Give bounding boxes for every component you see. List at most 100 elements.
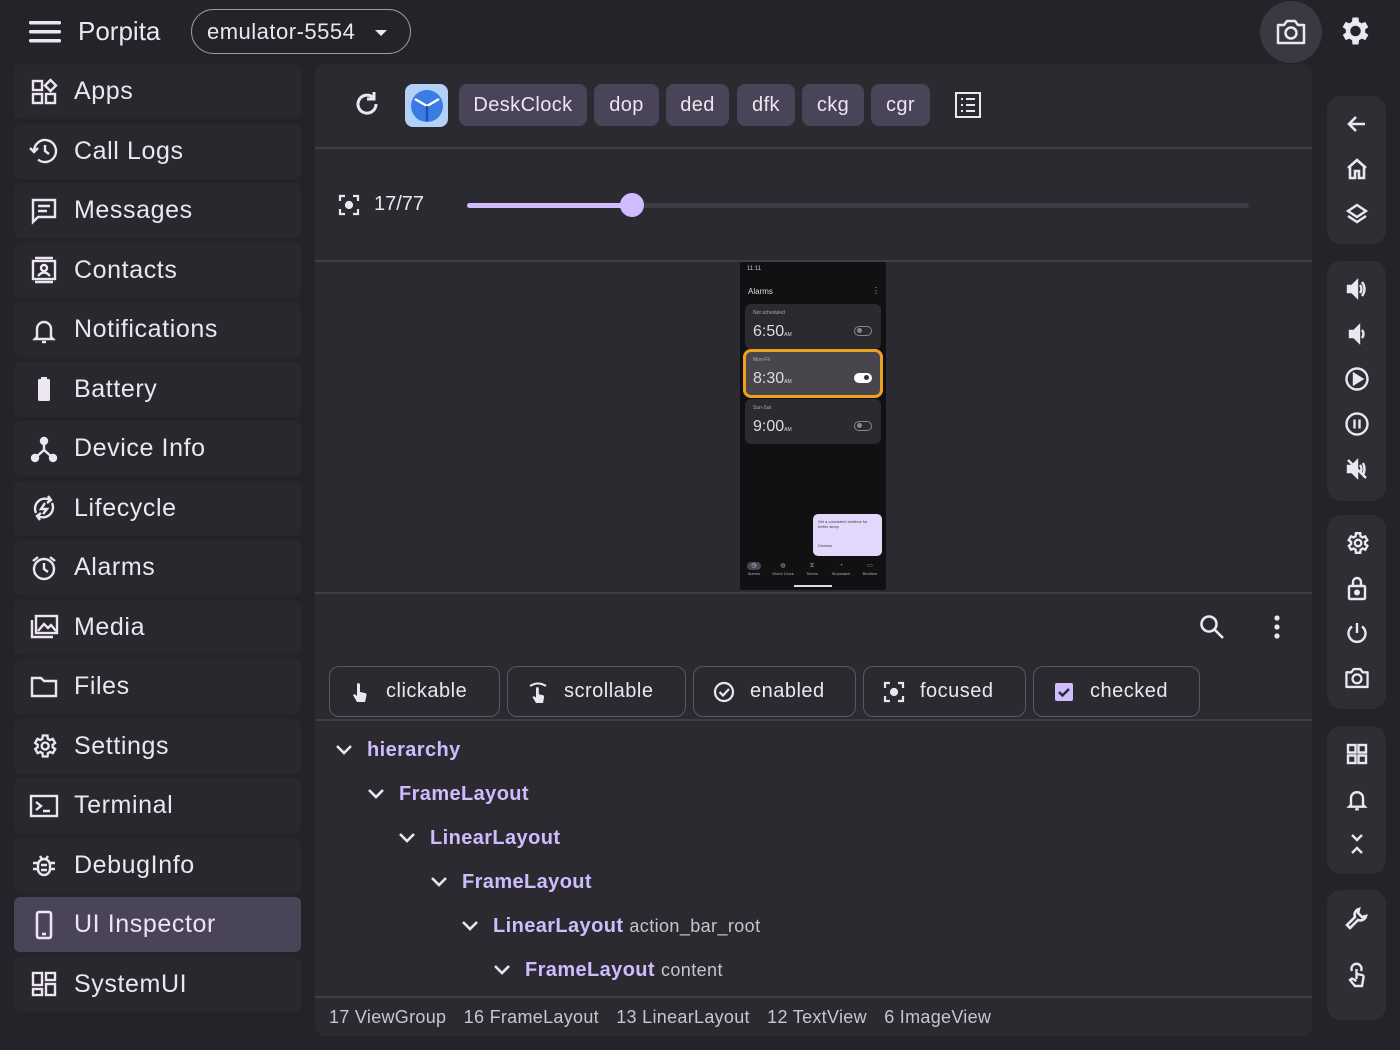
chevron-down-icon[interactable] [335,739,367,762]
volume-down-icon [1348,323,1365,345]
divider [315,996,1312,998]
chevron-down-icon[interactable] [461,915,493,938]
sidebar-item-battery[interactable]: Battery [14,361,301,417]
sidebar-item-contacts[interactable]: Contacts [14,242,301,298]
sidebar-item-call-logs[interactable]: Call Logs [14,123,301,179]
chip-ded[interactable]: ded [666,84,729,126]
sidebar-item-terminal[interactable]: Terminal [14,778,301,833]
check-circle-icon [713,681,735,703]
chip-dfk[interactable]: dfk [737,84,795,126]
sidebar-item-systemui[interactable]: SystemUI [14,956,301,1012]
sidebar-item-messages[interactable]: Messages [14,183,301,238]
touch-button[interactable] [1327,956,1386,996]
sidebar-item-lifecycle[interactable]: Lifecycle [14,480,301,536]
settings-icon [28,730,60,762]
inspector-toolbar: DeskClock dop ded dfk ckg cgr [315,64,1312,148]
stat-item: 16 FrameLayout [463,1007,599,1027]
history-icon [28,135,60,167]
filter-label: clickable [386,680,468,702]
back-button[interactable] [1327,104,1386,144]
recents-button[interactable] [1327,194,1386,234]
chevron-down-icon[interactable] [398,827,430,850]
tree-node-class: LinearLayout [430,827,561,849]
sidebar-item-settings[interactable]: Settings [14,718,301,774]
list-icon[interactable] [954,91,982,119]
sidebar-item-ui-inspector[interactable]: UI Inspector [14,897,301,952]
frame-slider[interactable] [467,193,1249,217]
tools-button[interactable] [1327,898,1386,938]
mute-icon [1346,458,1367,480]
mute-button[interactable] [1327,449,1386,489]
home-button[interactable] [1327,149,1386,189]
tree-node[interactable]: LinearLayout [398,827,560,850]
frame-slider-thumb[interactable] [619,193,644,217]
alarm-toggle [854,373,872,383]
play-icon [1344,367,1369,391]
tree-node[interactable]: FrameLayout [430,871,592,894]
chip-cgr[interactable]: cgr [871,84,930,126]
contacts-icon [28,254,60,286]
refresh-icon[interactable] [353,90,381,118]
chip-dop[interactable]: dop [594,84,659,126]
filter-enabled[interactable]: enabled [693,666,856,717]
filter-focused[interactable]: focused [863,666,1026,717]
pause-button[interactable] [1327,404,1386,444]
frame-counter: 17/77 [374,193,425,215]
tree-node[interactable]: LinearLayout action_bar_root [461,915,760,938]
phone-alarm-card[interactable]: Not scheduled 6:50AM [745,304,881,349]
notifications-button[interactable] [1327,779,1386,819]
lock-button[interactable] [1327,568,1386,608]
chip-deskclock[interactable]: DeskClock [459,84,587,126]
settings-button[interactable] [1327,523,1386,563]
sidebar-item-label: Apps [74,77,134,105]
tree-node-hierarchy[interactable]: hierarchy [335,739,461,762]
sidebar-item-label: Settings [74,731,170,760]
tree-node[interactable]: FrameLayout [367,783,529,806]
phone-alarm-card[interactable]: Sun-Sat 9:00AM [745,399,881,444]
chevron-down-icon[interactable] [430,871,462,894]
collapse-button[interactable] [1327,824,1386,864]
sidebar-item-files[interactable]: Files [14,659,301,714]
menu-icon[interactable] [26,18,64,46]
play-button[interactable] [1327,359,1386,399]
sidebar-item-media[interactable]: Media [14,599,301,655]
sidebar-item-device-info[interactable]: Device Info [14,421,301,476]
device-info-icon [28,433,60,465]
alarm-days: Sun-Sat [753,405,772,411]
view-stats: 17 ViewGroup 16 FrameLayout 13 LinearLay… [329,1007,1003,1028]
screenshot-button[interactable] [1260,1,1322,63]
sidebar-item-debuginfo[interactable]: DebugInfo [14,837,301,893]
divider [315,147,1312,149]
volume-up-button[interactable] [1327,269,1386,309]
device-select[interactable]: emulator-5554 [191,9,411,54]
sidebar-item-notifications[interactable]: Notifications [14,302,301,357]
sidebar-item-alarms[interactable]: Alarms [14,540,301,595]
more-vert-icon[interactable] [1267,614,1287,640]
stat-item: 12 TextView [767,1007,867,1027]
search-icon[interactable] [1199,614,1225,640]
filter-scrollable[interactable]: scrollable [507,666,686,717]
sidebar-item-label: Call Logs [74,136,184,165]
camera-button[interactable] [1327,658,1386,698]
chip-ckg[interactable]: ckg [802,84,864,126]
phone-tab-label: Bedtime [862,571,878,576]
alarm-days: Not scheduled [753,310,785,316]
deskclock-app-icon[interactable] [405,84,448,127]
quick-settings-button[interactable] [1327,734,1386,774]
top-bar: Porpita emulator-5554 [0,0,1400,64]
chevron-down-icon[interactable] [493,959,525,982]
volume-down-button[interactable] [1327,314,1386,354]
filter-checked[interactable]: checked [1033,666,1200,717]
filter-clickable[interactable]: clickable [329,666,500,717]
tree-node[interactable]: FrameLayout content [493,959,723,982]
gear-icon[interactable] [1336,13,1372,49]
tree-node-resource-id: content [661,960,723,980]
sidebar-item-label: Terminal [74,791,174,819]
chevron-down-icon[interactable] [367,783,399,806]
phone-tab: ◔ Stopwatch [831,563,851,576]
sidebar-item-apps[interactable]: Apps [14,64,301,119]
phone-screenshot[interactable]: 11:11 Alarms ⋮ Not scheduled 6:50AM Mon-… [740,262,886,590]
power-button[interactable] [1327,613,1386,653]
phone-alarm-card-selected[interactable]: Mon-Fri 8:30AM [743,349,883,398]
sidebar-item-label: Lifecycle [74,493,177,522]
